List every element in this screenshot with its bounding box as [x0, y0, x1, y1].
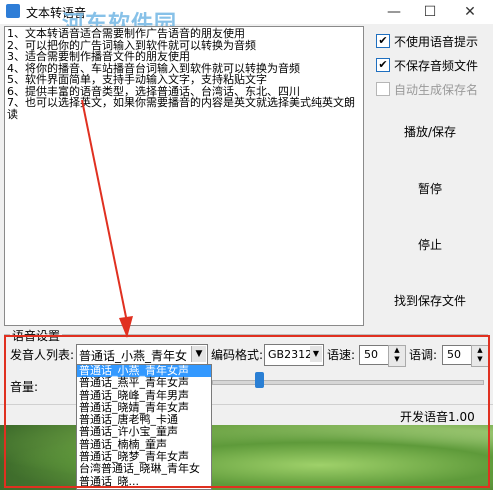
checkbox-checked-icon: ✔ — [376, 34, 390, 48]
maximize-button[interactable]: ☐ — [412, 0, 448, 24]
auto-save-name-label: 自动生成保存名 — [394, 83, 479, 97]
no-voice-prompt-checkbox[interactable]: ✔ 不使用语音提示 — [376, 32, 493, 50]
no-save-audio-checkbox[interactable]: ✔ 不保存音频文件 — [376, 56, 493, 74]
text-input-area[interactable]: 1、文本转语音适合需要制作广告语音的朋友使用 2、可以把你的广告词输入到软件就可… — [4, 26, 364, 326]
stop-button[interactable]: 停止 — [386, 236, 474, 253]
no-voice-prompt-label: 不使用语音提示 — [394, 35, 479, 49]
checkbox-checked-icon: ✔ — [376, 58, 390, 72]
auto-save-name-checkbox[interactable]: 自动生成保存名 — [376, 80, 493, 98]
close-button[interactable]: ✕ — [452, 0, 488, 24]
find-saved-file-button[interactable]: 找到保存文件 — [386, 292, 474, 309]
pause-button[interactable]: 暂停 — [386, 180, 474, 197]
play-save-button[interactable]: 播放/保存 — [386, 123, 474, 140]
no-save-audio-label: 不保存音频文件 — [394, 59, 479, 73]
minimize-button[interactable]: — — [376, 0, 412, 24]
checkbox-unchecked-icon — [376, 82, 390, 96]
annotation-highlight-box — [4, 335, 490, 488]
app-icon — [6, 4, 20, 18]
